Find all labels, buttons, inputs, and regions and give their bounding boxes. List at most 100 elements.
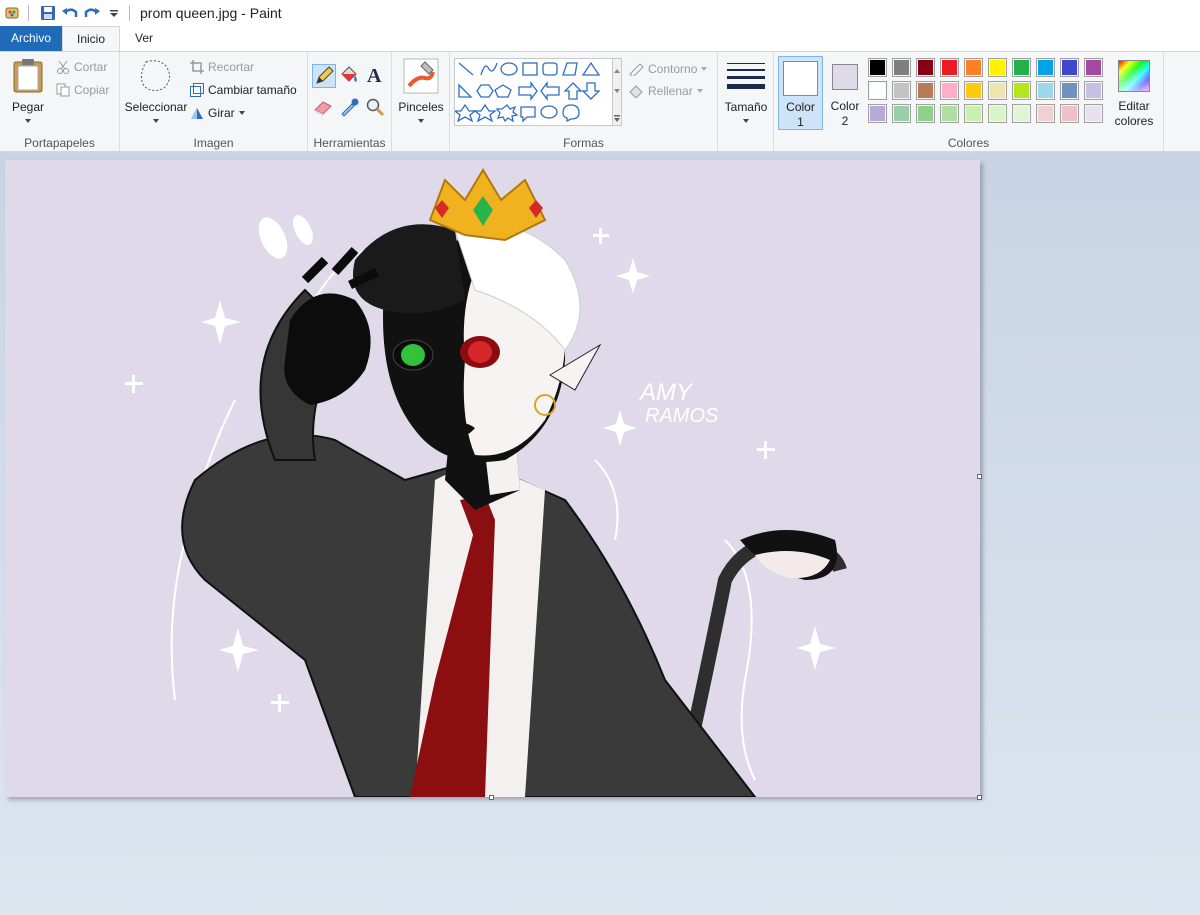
- text-tool[interactable]: A: [364, 64, 388, 88]
- title-bar: prom queen.jpg - Paint: [0, 0, 1200, 26]
- palette-swatch-color: [918, 60, 933, 75]
- canvas-resize-handle-right[interactable]: [977, 474, 982, 479]
- palette-swatch-color: [918, 106, 933, 121]
- paint-app-icon[interactable]: [4, 4, 22, 22]
- palette-swatch[interactable]: [1060, 104, 1079, 123]
- palette-swatch[interactable]: [1012, 81, 1031, 100]
- palette-swatch[interactable]: [940, 58, 959, 77]
- tab-ver[interactable]: Ver: [126, 26, 162, 51]
- palette-swatch[interactable]: [1012, 104, 1031, 123]
- save-icon[interactable]: [39, 4, 57, 22]
- text-a-icon: A: [367, 65, 382, 87]
- customize-dropdown-icon[interactable]: [105, 4, 123, 22]
- palette-swatch[interactable]: [892, 58, 911, 77]
- color-picker-tool[interactable]: [338, 96, 362, 120]
- palette-swatch[interactable]: [940, 81, 959, 100]
- palette-swatch[interactable]: [1084, 81, 1103, 100]
- palette-swatch-color: [870, 83, 885, 98]
- palette-swatch-color: [1038, 83, 1053, 98]
- palette-swatch-color: [990, 60, 1005, 75]
- palette-swatch[interactable]: [1036, 81, 1055, 100]
- redo-icon[interactable]: [83, 4, 101, 22]
- palette-swatch[interactable]: [916, 58, 935, 77]
- palette-swatch[interactable]: [988, 58, 1007, 77]
- palette-swatch-color: [966, 83, 981, 98]
- palette-swatch[interactable]: [892, 104, 911, 123]
- palette-swatch[interactable]: [988, 81, 1007, 100]
- tab-inicio[interactable]: Inicio: [62, 26, 120, 52]
- palette-swatch-color: [966, 60, 981, 75]
- undo-icon[interactable]: [61, 4, 79, 22]
- rotate-button[interactable]: Girar: [190, 106, 245, 120]
- tools-group: A Herramientas: [308, 52, 392, 152]
- shapes-gallery-icons: [453, 61, 601, 123]
- palette-swatch-color: [1062, 106, 1077, 121]
- brushes-group: Pinceles: [392, 52, 450, 152]
- color2-swatch: [832, 64, 858, 90]
- shapes-gallery[interactable]: [453, 58, 614, 126]
- eyedropper-icon: [341, 98, 359, 117]
- palette-swatch-color: [1014, 60, 1029, 75]
- resize-button[interactable]: Cambiar tamaño: [190, 83, 297, 97]
- paste-button[interactable]: Pegar: [6, 56, 50, 126]
- palette-swatch-color: [1038, 60, 1053, 75]
- color1-number: 1: [797, 115, 804, 129]
- select-icon: [140, 60, 170, 92]
- palette-swatch-color: [1014, 83, 1029, 98]
- select-button[interactable]: Seleccionar: [124, 56, 188, 126]
- palette-swatch[interactable]: [964, 58, 983, 77]
- palette-swatch[interactable]: [1036, 104, 1055, 123]
- edit-colors-label: Editar: [1118, 99, 1150, 113]
- palette-swatch[interactable]: [940, 104, 959, 123]
- cut-button[interactable]: Cortar: [56, 60, 107, 74]
- palette-swatch-color: [1038, 106, 1053, 121]
- pencil-tool[interactable]: [312, 64, 336, 88]
- canvas-resize-handle-corner[interactable]: [977, 795, 982, 800]
- outline-button[interactable]: Contorno: [628, 62, 708, 76]
- brushes-button[interactable]: Pinceles: [394, 56, 448, 126]
- palette-swatch[interactable]: [892, 81, 911, 100]
- tab-archivo[interactable]: Archivo: [0, 26, 62, 51]
- palette-swatch[interactable]: [1060, 58, 1079, 77]
- color2-button[interactable]: Color 2: [824, 56, 866, 130]
- clipboard-icon: [13, 59, 43, 93]
- eraser-tool[interactable]: [312, 96, 336, 120]
- image-group-label: Imagen: [193, 136, 234, 150]
- select-dropdown-icon: [153, 119, 159, 123]
- color1-button[interactable]: Color 1: [778, 56, 823, 130]
- palette-swatch[interactable]: [1084, 104, 1103, 123]
- pencil-icon: [316, 66, 334, 84]
- palette-swatch[interactable]: [868, 81, 887, 100]
- drawing-canvas[interactable]: AMY RAMOS: [5, 160, 980, 797]
- palette-swatch[interactable]: [964, 104, 983, 123]
- palette-swatch[interactable]: [868, 104, 887, 123]
- size-button[interactable]: Tamaño: [720, 56, 772, 126]
- palette-swatch-color: [894, 83, 909, 98]
- crop-button[interactable]: Recortar: [190, 60, 254, 74]
- palette-swatch-color: [1086, 60, 1101, 75]
- fill-tool[interactable]: [338, 64, 362, 88]
- palette-swatch[interactable]: [916, 104, 935, 123]
- cut-label: Cortar: [74, 60, 108, 74]
- shapes-gallery-scrollbar[interactable]: [612, 58, 622, 126]
- ribbon: Pegar Cortar Copiar Portapapeles Selecci…: [0, 51, 1200, 152]
- palette-swatch[interactable]: [916, 81, 935, 100]
- palette-swatch[interactable]: [964, 81, 983, 100]
- magnifier-tool[interactable]: [364, 96, 388, 120]
- copy-button[interactable]: Copiar: [56, 83, 109, 97]
- palette-swatch[interactable]: [988, 104, 1007, 123]
- crop-icon: [190, 60, 204, 74]
- fill-button[interactable]: Rellenar: [628, 84, 703, 98]
- size-group: Tamaño: [718, 52, 774, 152]
- palette-swatch[interactable]: [868, 58, 887, 77]
- edit-colors-button[interactable]: Editar colores: [1112, 56, 1156, 130]
- palette-swatch[interactable]: [1084, 58, 1103, 77]
- eraser-icon: [314, 101, 332, 116]
- canvas-resize-handle-bottom[interactable]: [489, 795, 494, 800]
- signature-line-1: AMY: [638, 379, 694, 406]
- palette-swatch[interactable]: [1060, 81, 1079, 100]
- palette-swatch[interactable]: [1036, 58, 1055, 77]
- palette-swatch[interactable]: [1012, 58, 1031, 77]
- rotate-label: Girar: [208, 106, 235, 120]
- window-title: prom queen.jpg - Paint: [140, 5, 282, 21]
